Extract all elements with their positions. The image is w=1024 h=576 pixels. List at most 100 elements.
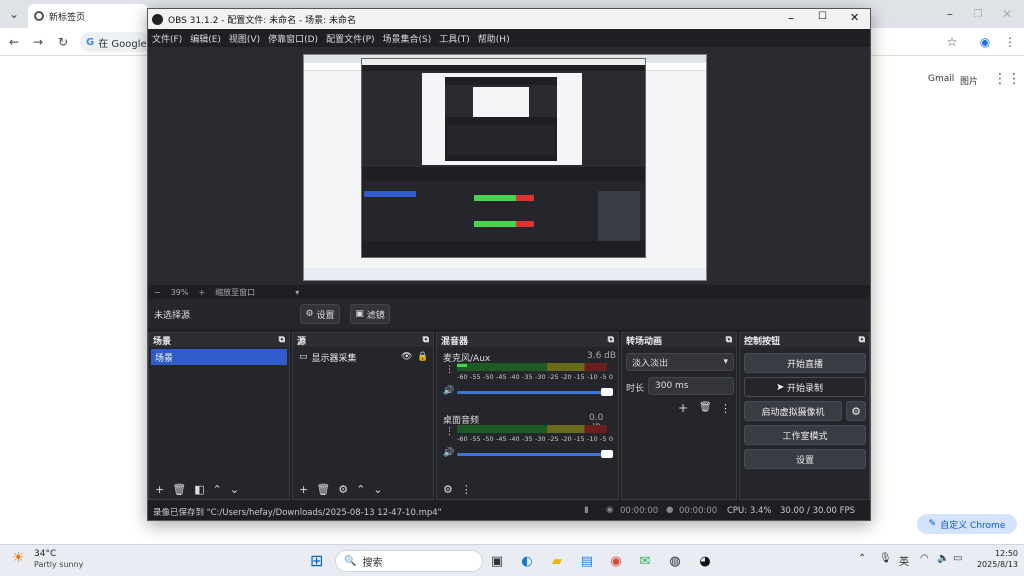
source-filters-button[interactable]: ▣ 滤镜	[350, 304, 390, 324]
undock-icon[interactable]: ⧉	[859, 335, 865, 345]
zoom-out-icon[interactable]: −	[154, 288, 161, 297]
taskbar-search-label: 搜索	[362, 557, 383, 569]
minimize-icon[interactable]: –	[942, 6, 958, 22]
file-explorer-icon[interactable]: ▰	[548, 552, 566, 570]
gmail-link[interactable]: Gmail	[928, 74, 954, 84]
back-icon[interactable]: ←	[6, 34, 22, 50]
mixer-menu-kebab-icon[interactable]: ⋮	[461, 483, 472, 496]
ime-indicator[interactable]: 英	[899, 553, 909, 568]
move-up-icon[interactable]: ⌃	[213, 483, 222, 496]
taskbar-search-box[interactable]: 🔍 搜索	[335, 550, 483, 572]
source-list-item[interactable]: ▭ 显示器采集 👁 🔒	[295, 349, 431, 365]
browser-tab[interactable]: 新标签页	[28, 4, 148, 28]
obs-taskbar-icon[interactable]: ◕	[696, 552, 714, 570]
menu-tools[interactable]: 工具(T)	[435, 32, 474, 45]
obs-close-icon[interactable]: ✕	[850, 11, 859, 24]
zoom-dropdown-icon[interactable]: ▾	[295, 288, 299, 297]
source-settings-gear-icon[interactable]: ⚙	[338, 483, 348, 496]
menu-profile[interactable]: 配置文件(P)	[322, 32, 378, 45]
tray-chevron-up-icon[interactable]: ⌃	[858, 553, 866, 564]
menu-help[interactable]: 帮助(H)	[474, 32, 514, 45]
obs-minimize-icon[interactable]: –	[788, 11, 794, 25]
profile-icon[interactable]: ◉	[977, 34, 993, 50]
mic-volume-slider[interactable]	[457, 391, 611, 394]
scene-list-item[interactable]: 场景	[151, 349, 287, 365]
windows-start-icon[interactable]: ⊞	[310, 551, 323, 570]
move-down-icon[interactable]: ⌄	[373, 483, 382, 496]
start-streaming-button[interactable]: 开始直播	[744, 353, 866, 373]
zoom-fit-label[interactable]: 缩放至窗口	[215, 287, 255, 298]
studio-mode-button[interactable]: 工作室模式	[744, 425, 866, 445]
virtual-camera-settings-gear-icon[interactable]: ⚙	[846, 401, 866, 421]
start-recording-button[interactable]: 开始录制	[744, 377, 866, 397]
wifi-icon[interactable]: ◠	[920, 553, 929, 564]
add-transition-icon[interactable]: +	[678, 401, 688, 415]
undock-icon[interactable]: ⧉	[726, 335, 732, 345]
volume-icon[interactable]: 🔈	[937, 553, 949, 564]
menu-kebab-icon[interactable]: ⋮	[1002, 34, 1018, 50]
undock-icon[interactable]: ⧉	[608, 335, 614, 345]
mic-speaker-icon[interactable]: 🔊	[443, 386, 454, 396]
desktop-volume-knob[interactable]	[601, 450, 613, 458]
wechat-icon[interactable]: ✉	[636, 552, 654, 570]
source-properties-button[interactable]: ⚙ 设置	[300, 304, 340, 324]
bookmark-star-icon[interactable]: ☆	[944, 34, 960, 50]
chrome-icon[interactable]: ◉	[607, 552, 625, 570]
menu-scene-collection[interactable]: 场景集合(S)	[379, 32, 436, 45]
duration-spinbox[interactable]: 300 ms	[648, 377, 734, 395]
settings-button[interactable]: 设置	[744, 449, 866, 469]
remove-scene-icon[interactable]: 🗑	[172, 483, 186, 496]
add-scene-icon[interactable]: +	[155, 483, 164, 496]
move-down-icon[interactable]: ⌄	[230, 483, 239, 496]
weather-desc[interactable]: Partly sunny	[34, 560, 83, 569]
menu-file[interactable]: 文件(F)	[148, 32, 186, 45]
transitions-panel: 转场动画 ⧉ 淡入淡出 ▾ 时长 300 ms + 🗑 ⋮	[621, 332, 737, 500]
desktop-volume-slider[interactable]	[457, 453, 611, 456]
transition-select[interactable]: 淡入淡出 ▾	[626, 353, 734, 371]
transition-menu-kebab-icon[interactable]: ⋮	[720, 402, 731, 415]
recording-saved-message: 录像已保存到 "C:/Users/hefay/Downloads/2025-08…	[153, 508, 442, 518]
battery-icon[interactable]: ▭	[953, 553, 962, 564]
close-icon[interactable]: ✕	[999, 6, 1015, 22]
advanced-audio-gear-icon[interactable]: ⚙	[443, 483, 453, 496]
omnibox[interactable]: G 在 Google	[80, 32, 150, 52]
preview-canvas[interactable]	[148, 47, 870, 285]
microphone-icon[interactable]: 🎙	[879, 553, 892, 564]
customize-chrome-button[interactable]: ✎ 自定义 Chrome	[917, 514, 1017, 534]
scene-filters-icon[interactable]: ◧	[194, 483, 204, 496]
zoom-in-icon[interactable]: +	[198, 288, 205, 297]
undock-icon[interactable]: ⧉	[279, 335, 285, 345]
steam-icon[interactable]: ◍	[666, 552, 684, 570]
tab-list-icon[interactable]: ⌄	[6, 6, 22, 22]
reload-icon[interactable]: ↻	[55, 34, 71, 50]
duration-label: 时长	[626, 384, 645, 394]
clock-time[interactable]: 12:50	[980, 549, 1018, 558]
weather-temp[interactable]: 34°C	[34, 549, 56, 559]
images-link[interactable]: 图片	[960, 74, 978, 87]
notepad-icon[interactable]: ▤	[578, 552, 596, 570]
task-view-icon[interactable]: ▣	[488, 552, 506, 570]
status-bar: 录像已保存到 "C:/Users/hefay/Downloads/2025-08…	[148, 502, 870, 520]
remove-source-icon[interactable]: 🗑	[316, 483, 330, 496]
undock-icon[interactable]: ⧉	[423, 335, 429, 345]
move-up-icon[interactable]: ⌃	[356, 483, 365, 496]
start-virtual-camera-button[interactable]: 启动虚拟摄像机	[744, 401, 842, 421]
menu-docks[interactable]: 停靠窗口(D)	[264, 32, 322, 45]
desktop-speaker-icon[interactable]: 🔊	[443, 448, 454, 458]
apps-grid-icon[interactable]: ⋮⋮	[993, 71, 1021, 87]
clock-date[interactable]: 2025/8/13	[970, 560, 1018, 569]
menu-view[interactable]: 视图(V)	[225, 32, 264, 45]
add-source-icon[interactable]: +	[299, 483, 308, 496]
signal-bars-icon: ▮	[584, 505, 589, 515]
forward-icon[interactable]: →	[30, 34, 46, 50]
menu-edit[interactable]: 编辑(E)	[186, 32, 225, 45]
remove-transition-icon[interactable]: 🗑	[699, 402, 712, 413]
mic-menu-kebab-icon[interactable]: ⋮	[445, 365, 454, 375]
edge-icon[interactable]: ◐	[518, 552, 536, 570]
obs-maximize-icon[interactable]: ☐	[818, 11, 827, 22]
mic-volume-knob[interactable]	[601, 388, 613, 396]
lock-icon[interactable]: 🔒	[417, 352, 428, 362]
desktop-menu-kebab-icon[interactable]: ⋮	[445, 427, 454, 437]
maximize-icon[interactable]: ❐	[970, 6, 986, 22]
visibility-eye-icon[interactable]: 👁	[401, 352, 412, 362]
